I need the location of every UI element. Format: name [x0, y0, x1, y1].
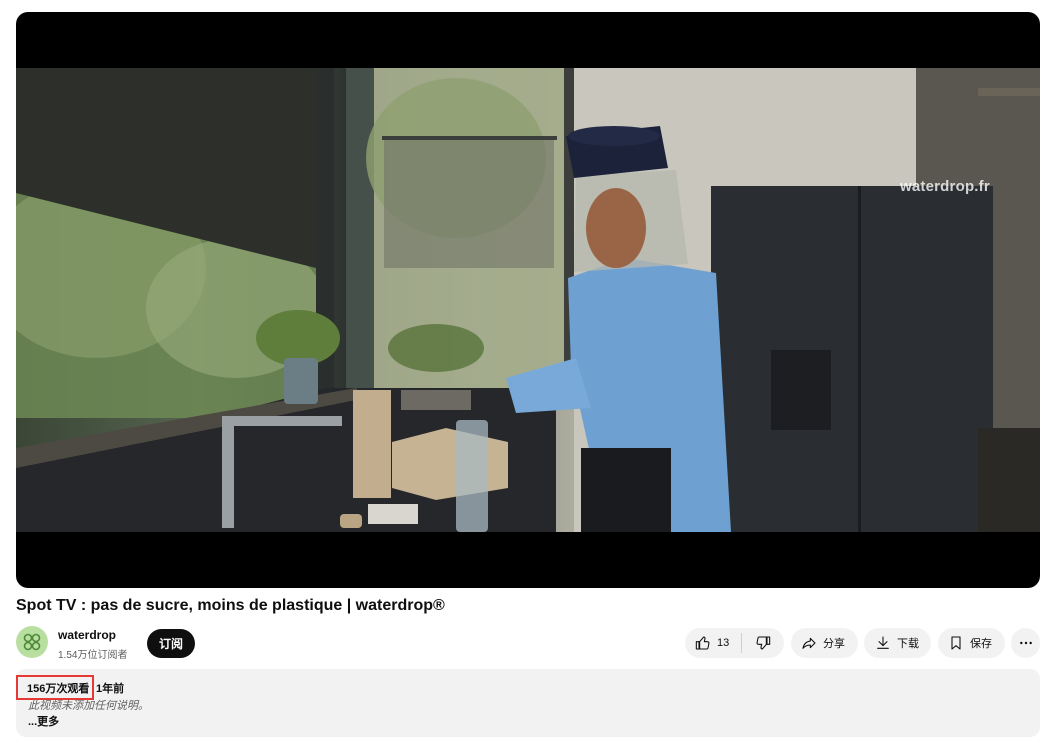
share-label: 分享	[823, 638, 845, 650]
like-button[interactable]: 13	[685, 628, 741, 658]
upload-date: 1年前	[96, 683, 125, 695]
save-button[interactable]: 保存	[938, 628, 1005, 658]
bookmark-icon	[951, 636, 961, 650]
download-icon	[877, 636, 889, 649]
description-text: 此视频未添加任何说明。	[28, 700, 149, 712]
show-more-link[interactable]: ...更多	[28, 713, 59, 729]
share-icon	[802, 637, 816, 649]
more-icon	[1019, 641, 1032, 645]
channel-name[interactable]: waterdrop	[58, 628, 116, 642]
dislike-button[interactable]	[742, 628, 784, 658]
thumbs-down-icon	[756, 636, 771, 650]
like-count: 13	[717, 637, 730, 649]
subscribe-button[interactable]: 订阅	[147, 629, 195, 658]
video-scene	[16, 68, 1040, 532]
download-button[interactable]: 下载	[864, 628, 931, 658]
share-button[interactable]: 分享	[791, 628, 858, 658]
subscriber-count: 1.54万位订阅者	[58, 650, 128, 661]
channel-logo-icon	[23, 633, 41, 651]
like-dislike-group: 13	[685, 628, 784, 658]
thumbs-up-icon	[695, 636, 710, 650]
more-actions-button[interactable]	[1011, 628, 1040, 658]
video-title: Spot TV : pas de sucre, moins de plastiq…	[16, 597, 445, 614]
download-label: 下载	[897, 638, 919, 650]
video-watermark: waterdrop.fr	[900, 178, 990, 195]
channel-avatar[interactable]	[16, 626, 48, 658]
video-frame[interactable]: waterdrop.fr	[16, 68, 1040, 532]
video-player[interactable]: waterdrop.fr	[16, 12, 1040, 588]
save-label: 保存	[970, 638, 992, 650]
description-box[interactable]: 156万次观看 1年前 此视频未添加任何说明。 ...更多	[16, 669, 1040, 737]
